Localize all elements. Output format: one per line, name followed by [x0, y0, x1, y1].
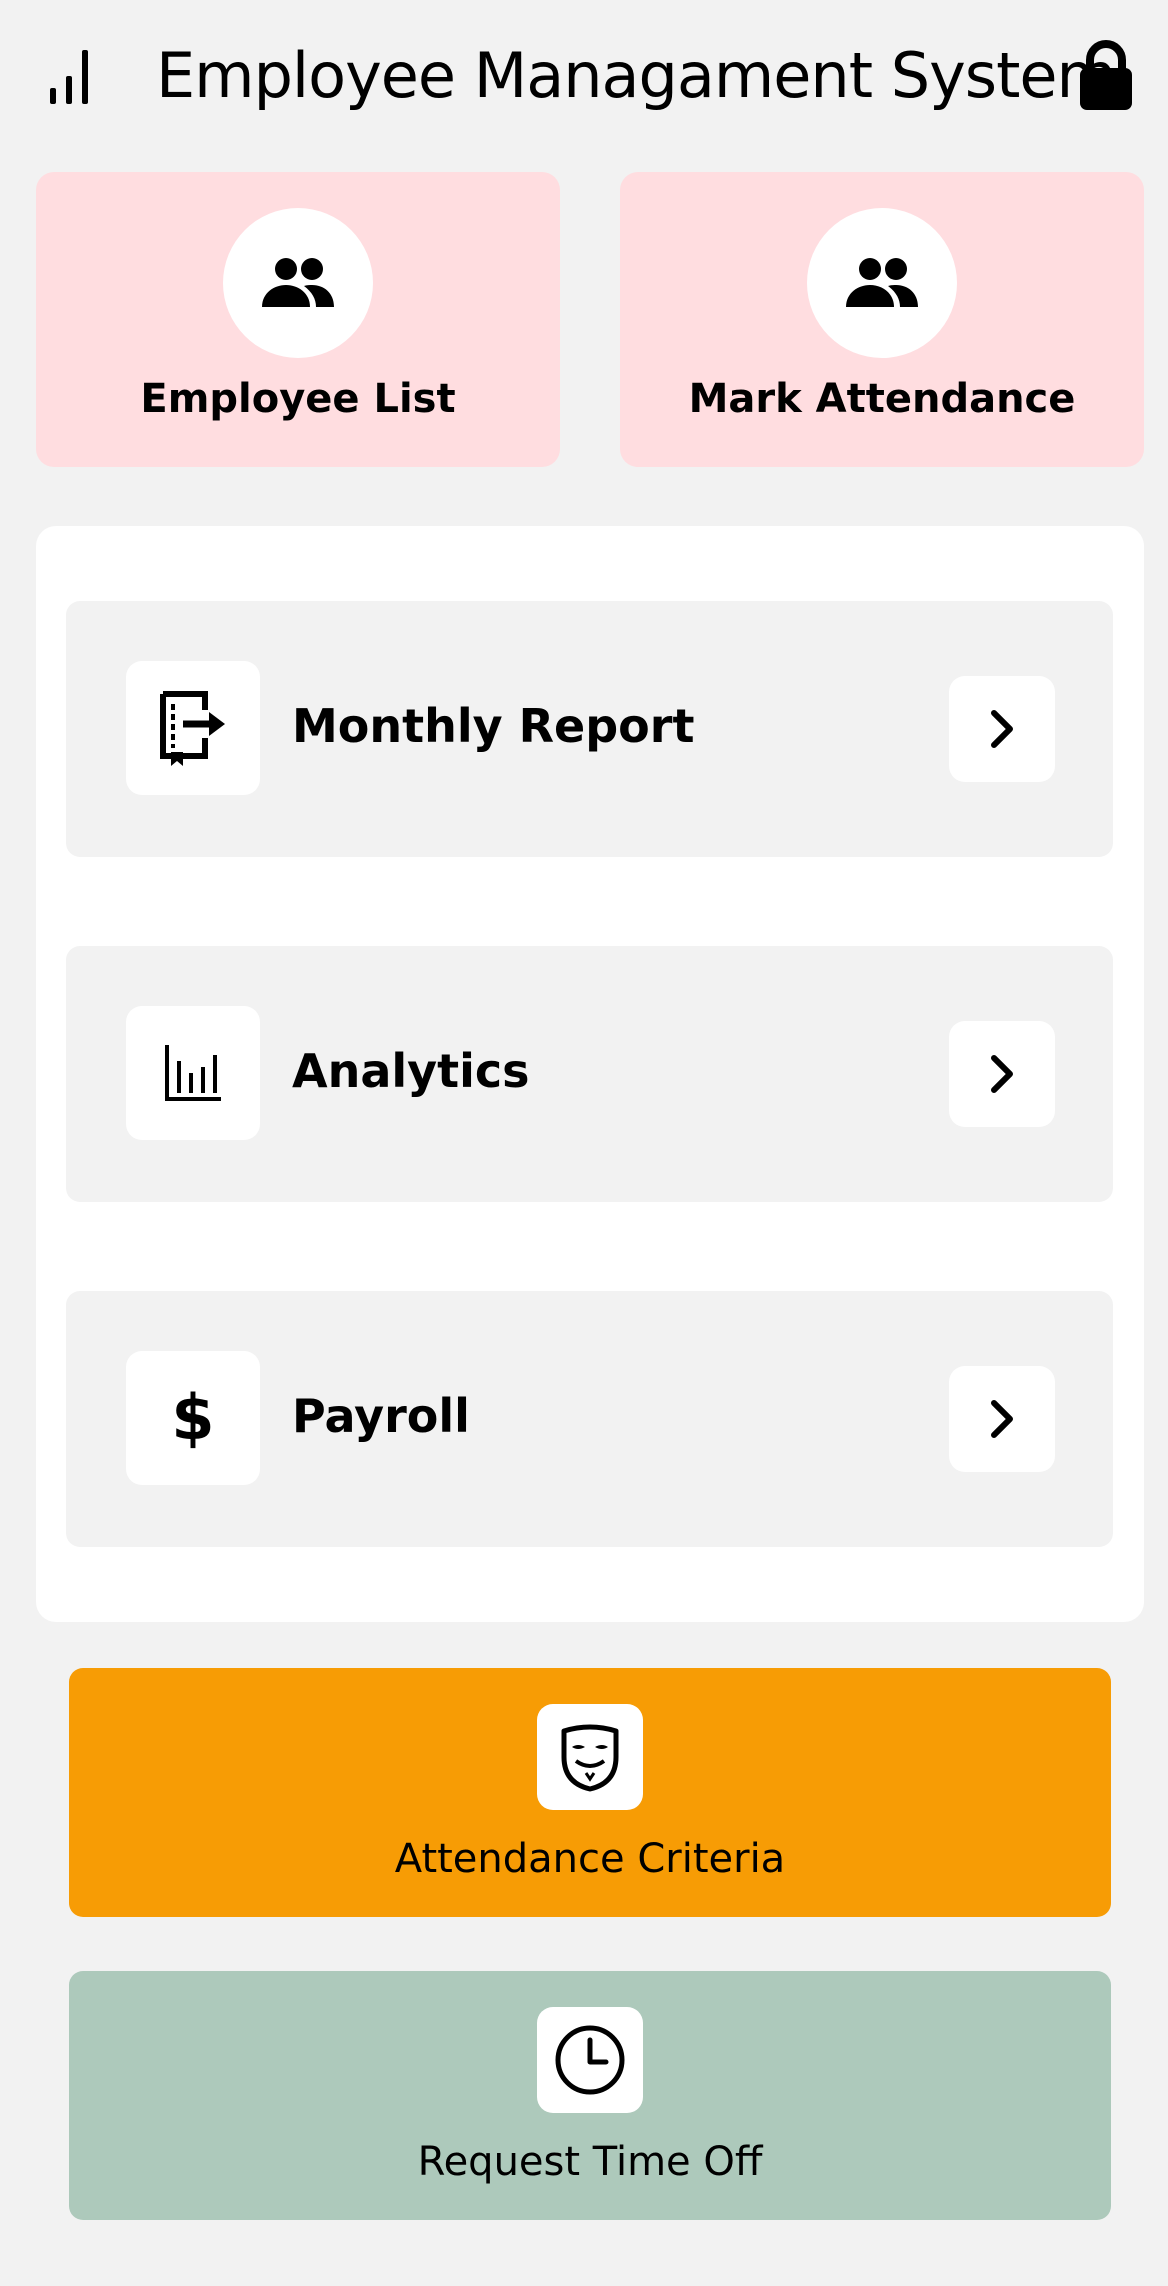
- employee-list-label: Employee List: [140, 376, 456, 422]
- analytics-label: Analytics: [292, 1044, 530, 1098]
- people-icon: [846, 258, 918, 307]
- mark-attendance-icon-circle: [807, 208, 957, 358]
- mark-attendance-tile[interactable]: Mark Attendance: [620, 172, 1144, 467]
- chevron-right-icon: [991, 1400, 1013, 1438]
- dollar-icon: $: [171, 1381, 215, 1454]
- monthly-report-label: Monthly Report: [292, 699, 695, 753]
- mark-attendance-label: Mark Attendance: [688, 376, 1076, 422]
- attendance-criteria-label: Attendance Criteria: [394, 1836, 786, 1882]
- employee-list-tile[interactable]: Employee List: [36, 172, 560, 467]
- chevron-right-icon: [991, 1055, 1013, 1093]
- request-time-off-button[interactable]: Request Time Off: [69, 1971, 1111, 2220]
- payroll-icon-box: $: [126, 1351, 260, 1485]
- request-time-off-icon-box: [537, 2007, 643, 2113]
- monthly-report-chevron-button[interactable]: [949, 676, 1055, 782]
- monthly-report-icon-box: [126, 661, 260, 795]
- analytics-icon-box: [126, 1006, 260, 1140]
- payroll-row[interactable]: $ Payroll: [66, 1291, 1113, 1547]
- lock-icon[interactable]: [1076, 40, 1136, 112]
- people-icon: [262, 258, 334, 307]
- chevron-right-icon: [991, 710, 1013, 748]
- page-title: Employee Managament System: [156, 39, 1117, 112]
- monthly-report-row[interactable]: Monthly Report: [66, 601, 1113, 857]
- request-time-off-label: Request Time Off: [417, 2139, 763, 2185]
- employee-list-icon-circle: [223, 208, 373, 358]
- mask-icon: [561, 1724, 619, 1792]
- payroll-label: Payroll: [292, 1389, 470, 1443]
- menu-card: Monthly Report Analytics $ Payroll: [36, 526, 1144, 1622]
- attendance-criteria-icon-box: [537, 1704, 643, 1810]
- bar-chart-icon: [165, 1045, 221, 1101]
- attendance-criteria-button[interactable]: Attendance Criteria: [69, 1668, 1111, 1917]
- payroll-chevron-button[interactable]: [949, 1366, 1055, 1472]
- clock-icon: [555, 2025, 625, 2095]
- analytics-row[interactable]: Analytics: [66, 946, 1113, 1202]
- report-export-icon: [160, 691, 225, 766]
- analytics-chevron-button[interactable]: [949, 1021, 1055, 1127]
- signal-bars-icon[interactable]: [48, 46, 98, 106]
- app-header: Employee Managament System: [0, 0, 1168, 160]
